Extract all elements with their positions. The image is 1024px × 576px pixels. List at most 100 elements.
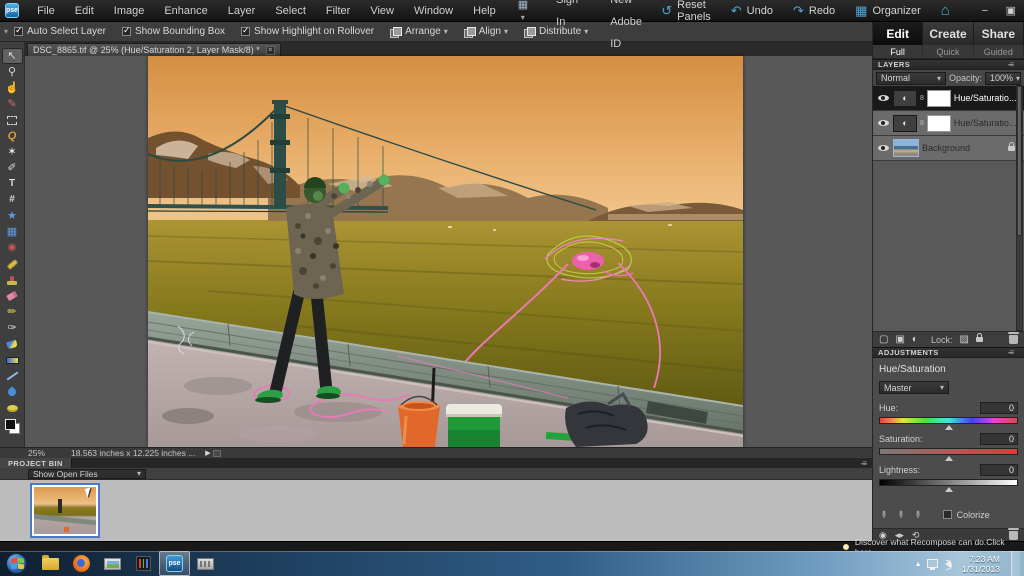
lightness-value-field[interactable]: 0	[980, 464, 1018, 476]
menu-enhance[interactable]: Enhance	[154, 0, 217, 22]
tab-share[interactable]: Share	[974, 22, 1024, 45]
channel-select[interactable]: Master ▾	[879, 381, 949, 394]
layer-mask-thumbnail[interactable]	[927, 115, 951, 132]
tab-quick[interactable]: Quick	[923, 45, 973, 58]
visibility-toggle[interactable]	[876, 145, 890, 151]
menu-help[interactable]: Help	[463, 0, 506, 22]
eyedropper-sample-icon[interactable]: ✒	[877, 510, 890, 519]
panel-collapse-icon[interactable]: -≡	[1008, 60, 1013, 69]
hue-value-field[interactable]: 0	[980, 402, 1018, 414]
menu-select[interactable]: Select	[265, 0, 316, 22]
marquee-tool[interactable]	[2, 112, 23, 128]
blur-tool[interactable]	[2, 384, 23, 400]
saturation-slider-marker[interactable]	[945, 456, 953, 461]
tab-full[interactable]: Full	[873, 45, 923, 58]
hue-slider-track[interactable]	[879, 417, 1018, 424]
tab-guided[interactable]: Guided	[974, 45, 1024, 58]
menu-image[interactable]: Image	[104, 0, 155, 22]
foreground-background-swatches[interactable]	[2, 416, 23, 436]
menu-file[interactable]: File	[27, 0, 65, 22]
lightness-slider-track[interactable]	[879, 479, 1018, 486]
smart-brush-tool[interactable]: ✑	[2, 320, 23, 336]
opacity-select[interactable]: 100% ▾	[985, 72, 1021, 85]
layer-row-hue-saturation-1[interactable]: ◐ 8 Hue/Saturatio...	[873, 111, 1024, 136]
hand-tool[interactable]: ☝	[2, 80, 23, 96]
layer-row-hue-saturation-2[interactable]: ◐ 8 Hue/Saturatio...	[873, 86, 1024, 111]
eyedropper-subtract-icon[interactable]: ✒	[912, 510, 925, 519]
eraser-tool[interactable]	[2, 288, 23, 304]
eyedropper-add-icon[interactable]: ✒	[894, 510, 907, 519]
menu-layer[interactable]: Layer	[218, 0, 266, 22]
layer-mask-thumbnail[interactable]	[927, 90, 951, 107]
lightness-slider-marker[interactable]	[945, 487, 953, 492]
menu-window[interactable]: Window	[404, 0, 463, 22]
reset-panels-button[interactable]: ↺Reset Panels	[653, 0, 719, 23]
shape-tool[interactable]	[2, 368, 23, 384]
colorize-checkbox[interactable]: Colorize	[943, 510, 990, 520]
lock-all-icon[interactable]	[976, 337, 983, 342]
taskbar-pse-button[interactable]: pse	[159, 551, 190, 576]
menu-view[interactable]: View	[360, 0, 404, 22]
healing-brush-tool[interactable]	[2, 256, 23, 272]
sponge-tool[interactable]	[2, 400, 23, 416]
panel-collapse-icon[interactable]: -≡	[861, 459, 866, 468]
show-desktop-button[interactable]	[1011, 551, 1020, 576]
sign-in-link[interactable]: Sign In	[546, 0, 588, 33]
lasso-tool[interactable]: Q	[2, 128, 23, 144]
layers-scrollbar[interactable]	[1016, 85, 1023, 331]
canvas-workspace[interactable]	[25, 56, 872, 447]
show-open-files-dropdown[interactable]: Show Open Files ▾	[28, 469, 146, 479]
crop-tool[interactable]: #	[2, 192, 23, 208]
taskbar-explorer-button[interactable]	[35, 551, 66, 576]
new-layer-icon[interactable]: ▢	[879, 334, 888, 345]
show-bounding-box-checkbox[interactable]: Show Bounding Box	[122, 26, 225, 37]
blend-mode-select[interactable]: Normal ▾	[876, 72, 946, 85]
red-eye-removal-tool[interactable]: ◉	[2, 240, 23, 256]
scrollbar-thumb[interactable]	[1017, 86, 1022, 236]
tab-create[interactable]: Create	[923, 22, 973, 45]
clone-stamp-tool[interactable]	[2, 272, 23, 288]
network-icon[interactable]	[927, 559, 938, 568]
eyedropper-tool[interactable]: ✎	[2, 96, 23, 112]
quick-selection-tool[interactable]: ✐	[2, 160, 23, 176]
recompose-tool[interactable]: ▦	[2, 224, 23, 240]
new-adjustment-layer-icon[interactable]: ◐	[912, 334, 918, 345]
taskbar-media-button[interactable]	[128, 551, 159, 576]
taskbar-clock[interactable]: 7:23 AM 1/31/2013	[958, 554, 1004, 574]
new-group-icon[interactable]: ▣	[895, 334, 904, 345]
show-highlight-checkbox[interactable]: Show Highlight on Rollover	[241, 26, 374, 37]
undo-button[interactable]: ↶Undo	[723, 3, 781, 19]
organizer-button[interactable]: ▦Organizer	[847, 3, 929, 19]
panel-collapse-icon[interactable]: -≡	[1008, 348, 1013, 357]
status-handle[interactable]	[213, 450, 221, 457]
menu-filter[interactable]: Filter	[316, 0, 360, 22]
hue-slider-marker[interactable]	[945, 425, 953, 430]
tool-options-chevron-icon[interactable]: ▾	[0, 27, 14, 36]
status-arrow-icon[interactable]: ▶	[205, 449, 210, 457]
zoom-tool[interactable]: ⚲	[2, 64, 23, 80]
taskbar-pictures-button[interactable]	[97, 551, 128, 576]
arrange-dropdown[interactable]: Arrange▾	[390, 26, 448, 37]
cookie-cutter-tool[interactable]: ★	[2, 208, 23, 224]
redo-button[interactable]: ↷Redo	[785, 3, 843, 19]
project-bin-tab[interactable]: PROJECT BIN	[0, 458, 72, 468]
layout-grid-icon[interactable]: ▦ ▾	[512, 0, 534, 23]
align-dropdown[interactable]: Align▾	[464, 26, 508, 37]
saturation-slider-track[interactable]	[879, 448, 1018, 455]
tab-close-icon[interactable]: ×	[266, 46, 275, 55]
auto-select-layer-checkbox[interactable]: Auto Select Layer	[14, 26, 106, 37]
create-adobe-id-link[interactable]: Create New Adobe ID	[600, 0, 653, 55]
minimize-button[interactable]: −	[972, 1, 998, 21]
layer-row-background[interactable]: Background	[873, 136, 1024, 161]
tab-edit[interactable]: Edit	[873, 22, 923, 45]
taskbar-firefox-button[interactable]	[66, 551, 97, 576]
photo-canvas[interactable]	[148, 56, 743, 447]
magic-wand-tool[interactable]: ✶	[2, 144, 23, 160]
speaker-icon[interactable]	[945, 560, 951, 568]
home-button[interactable]: ⌂	[933, 2, 958, 19]
delete-layer-icon[interactable]	[1009, 335, 1018, 344]
taskbar-keyboard-button[interactable]	[190, 551, 221, 576]
restore-button[interactable]: ▣	[998, 1, 1024, 21]
document-tab[interactable]: DSC_8865.tif @ 25% (Hue/Saturation 2, La…	[27, 43, 281, 56]
pencil-tool[interactable]: ✏	[2, 304, 23, 320]
